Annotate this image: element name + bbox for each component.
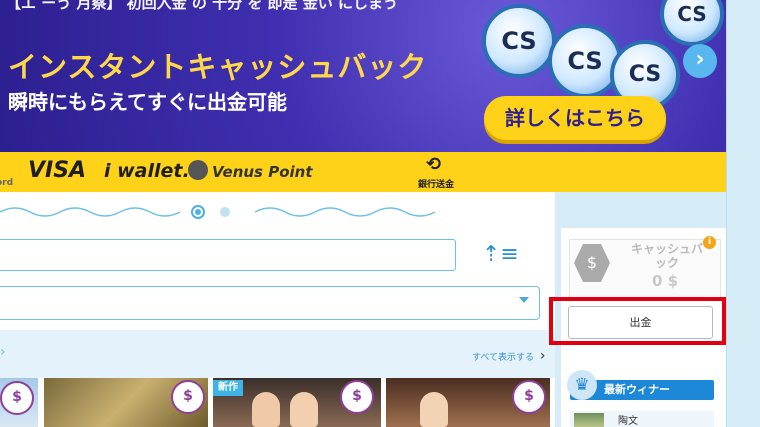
info-icon[interactable]: i — [703, 236, 716, 249]
bank-transfer-label: 銀行送金 — [418, 180, 455, 190]
cashback-hand-icon: $ — [171, 380, 205, 414]
banner-topline: 【エ ーう 月察】 初回入金 の 十分 を 即是 金い にしまう — [6, 0, 399, 12]
carousel-dot-inner — [195, 209, 201, 215]
venus-point-icon — [188, 160, 208, 180]
divider — [726, 0, 727, 427]
details-button[interactable]: 詳しくはこちら — [484, 96, 666, 140]
payment-methods-strip: ord VISA i wallet.. Venus Point ⟲ 銀行送金 — [0, 152, 726, 192]
dealer-face — [290, 392, 318, 427]
highlight-box — [549, 297, 726, 345]
coin-icon: CS — [660, 0, 724, 46]
payment-logo-partial: ord — [0, 178, 14, 188]
cashback-hand-icon: $ — [0, 381, 34, 415]
banner-subline: 瞬時にもらえてすぐに出金可能 — [8, 90, 287, 114]
winner-name: 陶文 — [618, 416, 638, 427]
sort-icon[interactable]: ⇡≡ — [482, 244, 519, 268]
cashback-title: キャッシュバック — [630, 242, 703, 270]
show-all-link[interactable]: すべて表示する › — [472, 348, 546, 364]
banner-headline: インスタントキャッシュバック — [8, 50, 428, 84]
chevron-down-icon — [519, 297, 529, 303]
show-all-label: すべて表示する — [472, 353, 535, 363]
search-input[interactable] — [0, 239, 456, 271]
chevron-right-icon: › — [539, 348, 546, 364]
carousel-next-icon[interactable]: › — [683, 44, 717, 78]
carousel-dot-active[interactable] — [191, 205, 205, 219]
visa-logo: VISA — [28, 158, 87, 183]
cashback-hand-icon: $ — [512, 380, 546, 414]
category-select[interactable] — [0, 286, 540, 320]
dealer-face — [252, 392, 280, 427]
promo-banner[interactable]: 【エ ーう 月察】 初回入金 の 十分 を 即是 金い にしまう インスタントキ… — [0, 0, 726, 152]
winner-game-thumb — [574, 413, 604, 427]
section-left-chevron-icon: › — [0, 344, 6, 360]
crown-icon: ♛ — [567, 370, 597, 400]
new-badge: 新作 — [213, 380, 243, 396]
venus-point-logo: Venus Point — [212, 163, 313, 181]
iwallet-logo: i wallet.. — [104, 160, 197, 182]
coin-icon: CS — [548, 24, 622, 98]
coin-icon: CS — [482, 4, 556, 78]
cashback-hand-icon: $ — [340, 380, 374, 414]
bank-transfer-icon: ⟲ — [426, 154, 442, 175]
cashback-value: 0 $ — [651, 272, 679, 290]
page-right-margin — [726, 0, 760, 427]
dealer-face — [420, 392, 448, 427]
carousel-dot[interactable] — [220, 207, 230, 217]
